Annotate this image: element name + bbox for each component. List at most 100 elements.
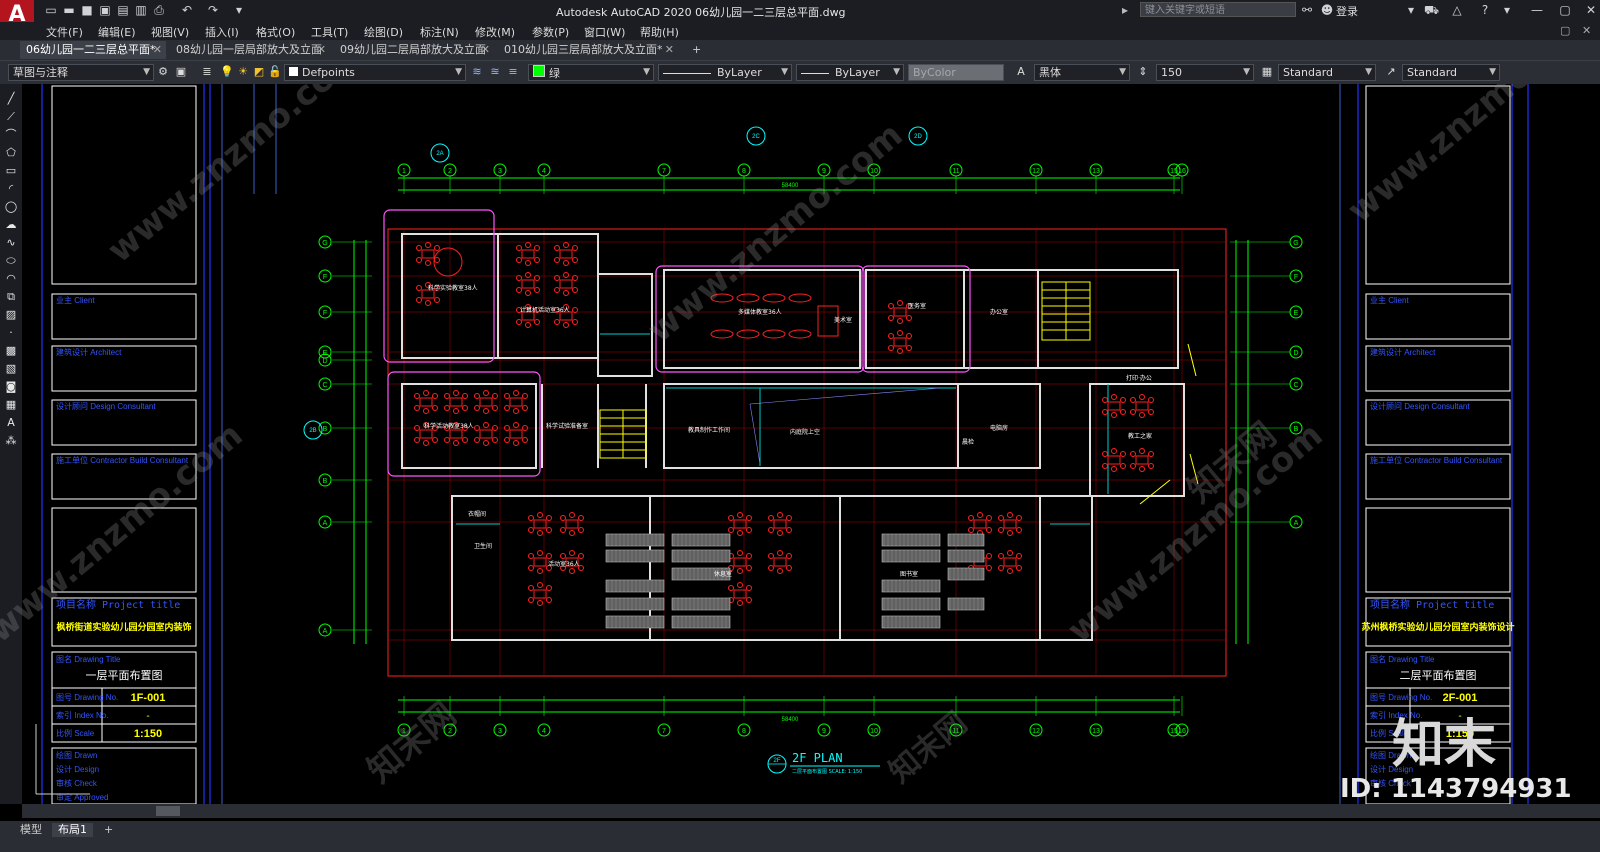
polyline-tool-icon[interactable]: ⌒ (4, 128, 18, 142)
binoculars-icon[interactable]: ⚯ (1300, 3, 1314, 17)
file-tab[interactable]: 010幼儿园三层局部放大及立面* ✕ (498, 41, 678, 59)
help-dropdown-icon[interactable]: ▾ (1500, 3, 1514, 17)
table-tool-icon[interactable]: ▦ (4, 398, 18, 412)
save-icon[interactable]: ■ (80, 3, 94, 17)
tab-close-icon[interactable]: ✕ (481, 41, 490, 59)
layer-freeze-sun-icon[interactable]: ☀ (236, 65, 250, 79)
tablestyle-dropdown[interactable]: Standard ▼ (1402, 64, 1500, 81)
axis-label: 11 (952, 168, 959, 175)
login-button[interactable]: 登录 (1336, 3, 1358, 19)
construction-line-icon[interactable]: ⟋ (4, 110, 18, 124)
search-input[interactable]: 键入关键字或短语 (1140, 2, 1296, 17)
point-tool-icon[interactable]: · (4, 326, 18, 340)
search-arrow-icon[interactable]: ▸ (1118, 3, 1132, 17)
login-dropdown-icon[interactable]: ▾ (1404, 3, 1418, 17)
arc-tool-icon[interactable]: ◜ (4, 182, 18, 196)
insert-block-icon[interactable]: ⧉ (4, 290, 18, 304)
tab-layout1[interactable]: 布局1 (52, 823, 93, 837)
axis-label: 16 (1178, 168, 1186, 175)
layer-properties-icon[interactable]: ≣ (200, 65, 214, 79)
new-file-icon[interactable]: ▭ (44, 3, 58, 17)
menu-modify[interactable]: 修改(M) (475, 24, 515, 40)
user-icon[interactable]: ☻ (1320, 3, 1334, 17)
maximize-icon[interactable]: ▢ (1558, 3, 1572, 17)
menu-dimension[interactable]: 标注(N) (420, 24, 459, 40)
close-icon[interactable]: ✕ (1584, 3, 1598, 17)
undo-icon[interactable]: ↶ (180, 3, 194, 17)
ellipse-arc-tool-icon[interactable]: ◠ (4, 272, 18, 286)
rectangle-tool-icon[interactable]: ▭ (4, 164, 18, 178)
add-selected-icon[interactable]: ⁂ (4, 434, 18, 448)
match-layer-icon[interactable]: ≋ (470, 65, 484, 79)
axis-label: B (323, 478, 328, 485)
tab-close-icon[interactable]: ✕ (317, 41, 326, 59)
color-dropdown[interactable]: 绿 ▼ (528, 64, 654, 81)
open-file-icon[interactable]: ▬ (62, 3, 76, 17)
menu-view[interactable]: 视图(V) (151, 24, 189, 40)
horizontal-scrollbar[interactable] (22, 804, 1600, 818)
clean-screen-icon[interactable]: ▣ (174, 65, 188, 79)
make-block-icon[interactable]: ▨ (4, 308, 18, 322)
mtext-tool-icon[interactable]: A (4, 416, 18, 430)
multileader-style-icon[interactable]: ↗ (1384, 65, 1398, 79)
layer-on-bulb-icon[interactable]: 💡 (220, 65, 234, 79)
new-tab-icon[interactable]: + (686, 41, 706, 59)
circle-tool-icon[interactable]: ◯ (4, 200, 18, 214)
file-tab[interactable]: 09幼儿园二层局部放大及立面 ✕ (334, 41, 494, 59)
tab-model[interactable]: 模型 (14, 823, 48, 837)
menu-restore-icon[interactable]: ▢ (1560, 24, 1570, 37)
menu-parametric[interactable]: 参数(P) (532, 24, 569, 40)
font-dropdown[interactable]: 黑体 ▼ (1034, 64, 1130, 81)
layer-state-icon[interactable]: ≡ (506, 65, 520, 79)
text-height-icon[interactable]: ⇕ (1136, 65, 1150, 79)
lineweight-dropdown[interactable]: ByLayer ▼ (796, 64, 904, 81)
layer-lock-icon[interactable]: 🔓 (268, 65, 282, 79)
brand-watermark: 知末 (1392, 715, 1497, 775)
menu-window[interactable]: 窗口(W) (584, 24, 625, 40)
polygon-tool-icon[interactable]: ⬠ (4, 146, 18, 160)
gradient-tool-icon[interactable]: ▧ (4, 362, 18, 376)
ellipse-tool-icon[interactable]: ⬭ (4, 254, 18, 268)
menu-format[interactable]: 格式(O) (256, 24, 295, 40)
menu-draw[interactable]: 绘图(D) (364, 24, 403, 40)
table-style-icon[interactable]: ▦ (1260, 65, 1274, 79)
layer-viewport-icon[interactable]: ◩ (252, 65, 266, 79)
help-icon[interactable]: ? (1478, 3, 1492, 17)
menu-close-icon[interactable]: ✕ (1582, 24, 1591, 37)
text-height-dropdown[interactable]: 150 ▼ (1156, 64, 1254, 81)
open-web-icon[interactable]: ▤ (116, 3, 130, 17)
line-tool-icon[interactable]: ╱ (4, 92, 18, 106)
add-layout-icon[interactable]: + (98, 823, 119, 837)
quick-access-dropdown-icon[interactable]: ▾ (232, 3, 246, 17)
linetype-dropdown[interactable]: ByLayer ▼ (658, 64, 792, 81)
tab-close-icon[interactable]: ✕ (665, 41, 674, 59)
save-as-icon[interactable]: ▣ (98, 3, 112, 17)
spline-tool-icon[interactable]: ∿ (4, 236, 18, 250)
revcloud-tool-icon[interactable]: ☁ (4, 218, 18, 232)
workspace-dropdown[interactable]: 草图与注释 ▼ (8, 64, 154, 81)
menu-file[interactable]: 文件(F) (46, 24, 83, 40)
a360-icon[interactable]: △ (1450, 3, 1464, 17)
cart-icon[interactable]: ⛟ (1424, 3, 1439, 17)
layer-dropdown[interactable]: Defpoints ▼ (284, 64, 466, 81)
menu-insert[interactable]: 插入(I) (205, 24, 239, 40)
menu-help[interactable]: 帮助(H) (640, 24, 679, 40)
menu-tools[interactable]: 工具(T) (311, 24, 348, 40)
text-style-icon[interactable]: A (1014, 65, 1028, 79)
workspace-settings-icon[interactable]: ⚙ (156, 65, 170, 79)
file-tab[interactable]: 08幼儿园一层局部放大及立面 ✕ (170, 41, 330, 59)
drawing-canvas[interactable]: 业主 Client 建筑设计 Architect 设计顾问 Design Con… (0, 84, 1600, 821)
dimstyle-dropdown[interactable]: Standard ▼ (1278, 64, 1376, 81)
layer-previous-icon[interactable]: ≊ (488, 65, 502, 79)
tab-close-icon[interactable]: ✕ (153, 41, 162, 59)
redo-icon[interactable]: ↷ (206, 3, 220, 17)
region-tool-icon[interactable]: ◙ (4, 380, 18, 394)
hatch-tool-icon[interactable]: ▩ (4, 344, 18, 358)
print-icon[interactable]: ⎙ (152, 3, 166, 17)
file-tab[interactable]: 06幼儿园一二三层总平面* ✕ (20, 41, 166, 59)
scrollbar-thumb[interactable] (156, 806, 180, 816)
publish-icon[interactable]: ▥ (134, 3, 148, 17)
room-label: 科学试验准备室 (546, 422, 588, 430)
menu-edit[interactable]: 编辑(E) (98, 24, 136, 40)
minimize-icon[interactable]: — (1530, 3, 1544, 17)
